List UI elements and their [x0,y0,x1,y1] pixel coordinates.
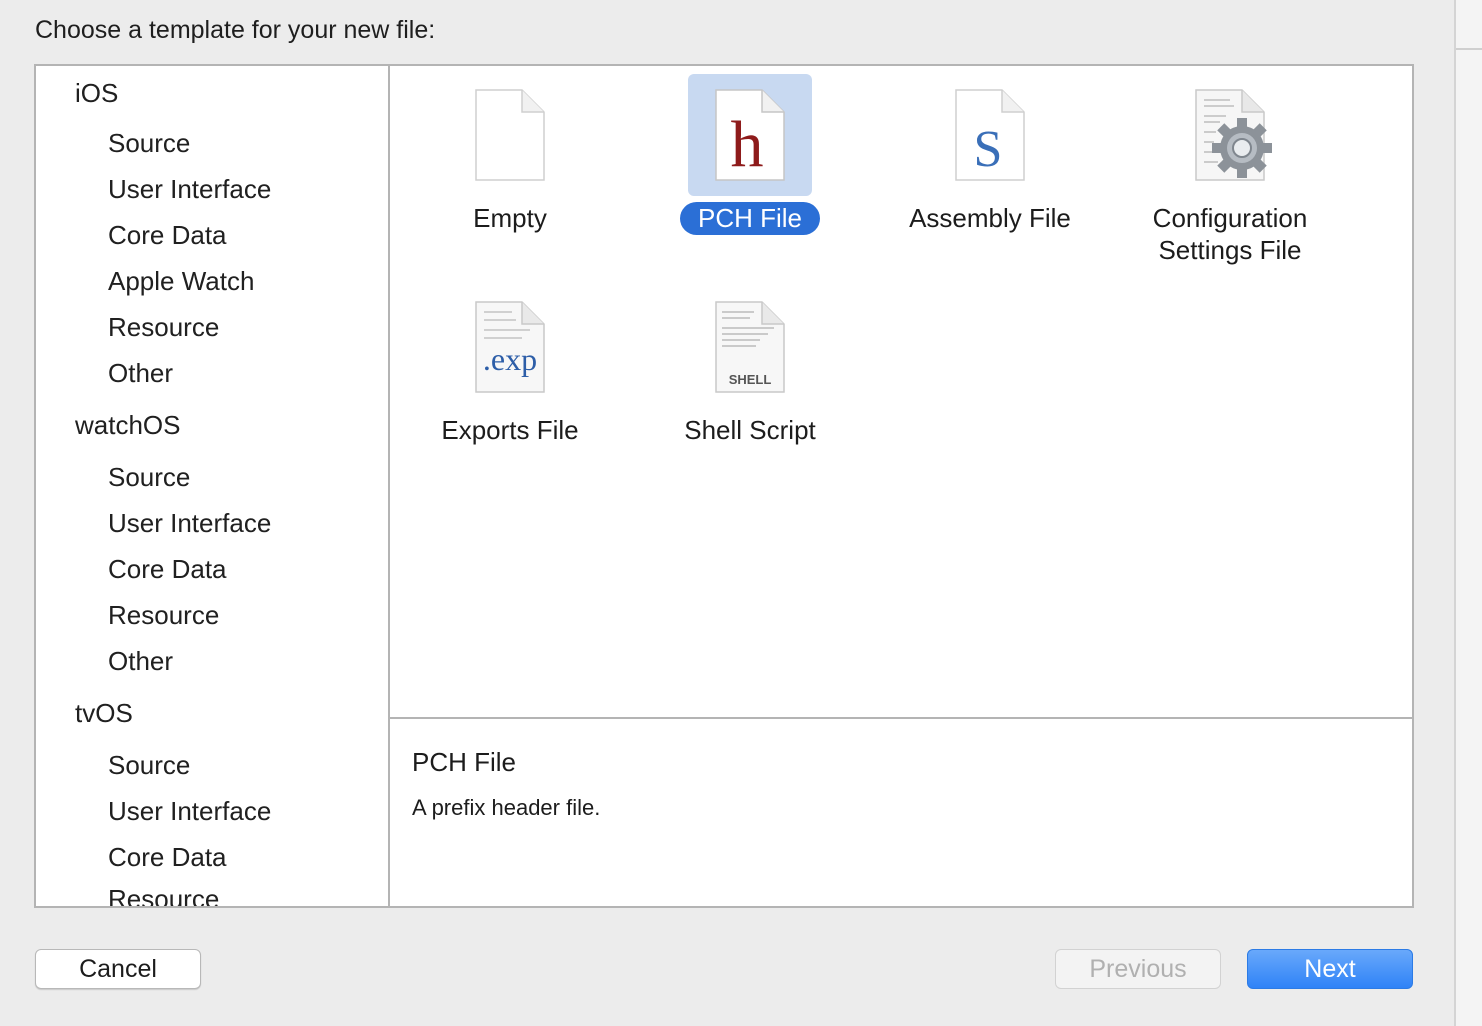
sidebar-item-watchos-user-interface[interactable]: User Interface [108,508,271,539]
header-file-icon: h [715,89,785,181]
template-label: Shell Script [684,415,816,445]
header-file-glyph: h [731,108,764,181]
sidebar-item-ios-core-data[interactable]: Core Data [108,220,227,251]
assembly-file-icon: S [955,89,1025,181]
template-label: Configuration Settings File [1152,203,1308,265]
sidebar-item-ios-source[interactable]: Source [108,128,190,159]
template-category-sidebar[interactable]: iOS Source User Interface Core Data Appl… [36,66,390,906]
window-edge-divider [1456,48,1482,50]
template-label: Empty [473,203,547,233]
sidebar-item-ios-resource[interactable]: Resource [108,312,219,343]
exports-file-icon: .exp [475,301,545,393]
sidebar-item-tvos-user-interface[interactable]: User Interface [108,796,271,827]
sidebar-item-watchos-core-data[interactable]: Core Data [108,554,227,585]
sidebar-item-tvos-resource[interactable]: Resource [108,884,219,906]
exports-file-glyph: .exp [483,341,537,377]
shell-script-glyph: SHELL [729,372,772,387]
adjacent-window-edge [1454,0,1482,1026]
sidebar-item-tvos-core-data[interactable]: Core Data [108,842,227,873]
description-text: A prefix header file. [412,795,601,820]
template-grid: Empty h PCH File S Assembly File Configu… [390,66,1412,719]
sidebar-item-ios-other[interactable]: Other [108,358,173,389]
assembly-file-glyph: S [974,121,1003,178]
sidebar-platform-watchos[interactable]: watchOS [75,410,181,441]
sidebar-platform-tvos[interactable]: tvOS [75,698,133,729]
sidebar-item-tvos-source[interactable]: Source [108,750,190,781]
template-description-pane: PCH File A prefix header file. [390,721,1412,906]
template-label: Exports File [441,415,579,445]
shell-script-icon: SHELL [715,301,785,393]
empty-file-icon [475,89,545,181]
sidebar-item-watchos-other[interactable]: Other [108,646,173,677]
dialog-prompt: Choose a template for your new file: [35,16,436,44]
previous-button[interactable]: Previous [1055,949,1221,989]
sidebar-item-watchos-resource[interactable]: Resource [108,600,219,631]
next-button[interactable]: Next [1247,949,1413,989]
config-settings-gear-icon [1195,89,1272,181]
sidebar-item-ios-user-interface[interactable]: User Interface [108,174,271,205]
template-label: Assembly File [909,203,1071,233]
sidebar-item-ios-apple-watch[interactable]: Apple Watch [108,266,254,297]
template-label: PCH File [630,202,870,235]
description-title: PCH File [412,747,517,777]
sidebar-item-watchos-source[interactable]: Source [108,462,190,493]
template-chooser-panel: iOS Source User Interface Core Data Appl… [34,64,1414,908]
cancel-button[interactable]: Cancel [35,949,201,989]
sidebar-platform-ios[interactable]: iOS [75,78,118,109]
